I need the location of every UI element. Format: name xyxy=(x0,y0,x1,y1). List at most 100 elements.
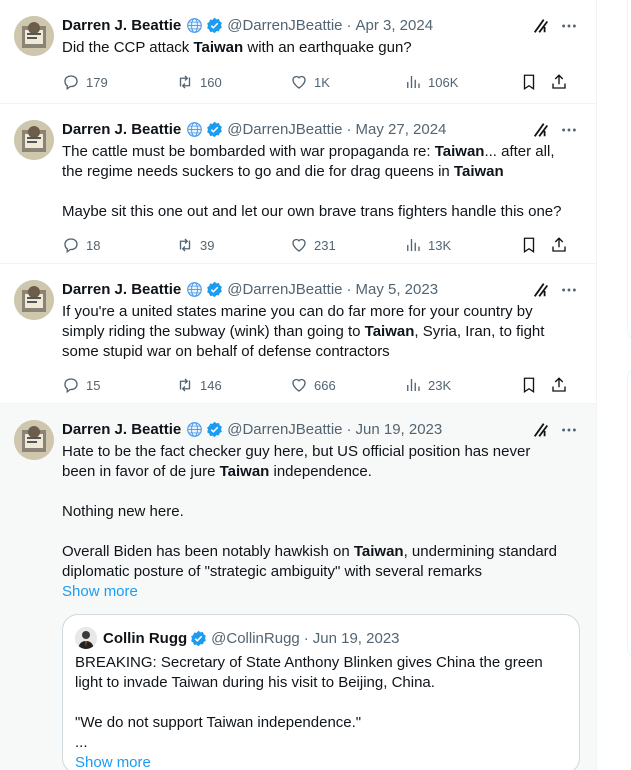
share-button[interactable] xyxy=(550,73,574,91)
author-name[interactable]: Darren J. Beattie xyxy=(62,121,181,138)
reply-icon xyxy=(64,378,78,394)
show-more-link[interactable]: Show more xyxy=(62,582,138,602)
verified-badge-icon xyxy=(207,17,223,33)
quote-show-more-link[interactable]: Show more xyxy=(75,753,151,770)
text-run: Maybe sit this one out and let our own b… xyxy=(62,203,562,220)
like-icon xyxy=(292,238,306,252)
timestamp[interactable]: Jun 19, 2023 xyxy=(356,421,443,438)
reply-count: 15 xyxy=(86,377,101,393)
reply-button[interactable]: 179 xyxy=(62,73,176,91)
separator-dot: · xyxy=(303,629,309,647)
tweet[interactable]: Darren J. Beattie @DarrenJBeattie · Jun … xyxy=(0,404,596,770)
separator-dot: · xyxy=(346,420,352,438)
author-name[interactable]: Darren J. Beattie xyxy=(62,281,181,298)
share-icon xyxy=(552,74,566,89)
bookmark-icon xyxy=(523,377,535,394)
right-sidebar-edge xyxy=(597,0,631,770)
grok-icon[interactable] xyxy=(532,121,550,139)
bookmark-button[interactable] xyxy=(520,73,550,91)
author-handle[interactable]: @DarrenJBeattie xyxy=(227,421,342,438)
highlighted-term: Taiwan xyxy=(453,163,504,180)
like-button[interactable]: 666 xyxy=(290,376,404,394)
grok-icon[interactable] xyxy=(532,281,550,299)
tweet-text: If you're a united states marine you can… xyxy=(62,302,580,362)
repost-icon xyxy=(179,75,191,89)
highlighted-term: Taiwan xyxy=(434,143,485,160)
share-button[interactable] xyxy=(550,236,574,254)
repost-icon xyxy=(179,378,191,392)
tweet[interactable]: Darren J. Beattie @DarrenJBeattie · May … xyxy=(0,264,596,404)
action-bar: 18 39 231 13K xyxy=(62,225,588,265)
bookmark-button[interactable] xyxy=(520,236,550,254)
author-handle[interactable]: @DarrenJBeattie xyxy=(227,281,342,298)
tweet[interactable]: Darren J. Beattie @DarrenJBeattie · Apr … xyxy=(0,0,596,104)
views-count: 106K xyxy=(428,74,459,90)
reply-button[interactable]: 15 xyxy=(62,376,176,394)
views-count: 13K xyxy=(428,237,452,253)
tweet-text: Did the CCP attack Taiwan with an earthq… xyxy=(62,38,580,58)
views-icon xyxy=(407,76,420,88)
reply-count: 179 xyxy=(86,74,108,90)
highlighted-term: Taiwan xyxy=(364,323,415,340)
grok-icon[interactable] xyxy=(532,421,550,439)
separator-dot: · xyxy=(346,120,352,138)
tweet[interactable]: Darren J. Beattie @DarrenJBeattie · May … xyxy=(0,104,596,264)
like-button[interactable]: 1K xyxy=(290,73,404,91)
views-count: 23K xyxy=(428,377,452,393)
share-icon xyxy=(552,237,566,252)
grok-icon[interactable] xyxy=(532,17,550,35)
like-button[interactable]: 231 xyxy=(290,236,404,254)
more-icon[interactable] xyxy=(560,421,578,439)
repost-button[interactable]: 39 xyxy=(176,236,290,254)
author-handle[interactable]: @DarrenJBeattie xyxy=(227,121,342,138)
avatar xyxy=(75,627,97,649)
quote-timestamp: Jun 19, 2023 xyxy=(312,629,400,647)
bookmark-button[interactable] xyxy=(520,376,550,394)
tweet-header: Darren J. Beattie @DarrenJBeattie · May … xyxy=(62,276,580,302)
like-icon xyxy=(292,378,306,392)
avatar[interactable] xyxy=(14,120,54,160)
author-name[interactable]: Darren J. Beattie xyxy=(62,421,181,438)
timestamp[interactable]: May 27, 2024 xyxy=(356,121,447,138)
repost-button[interactable]: 160 xyxy=(176,73,290,91)
verified-badge-icon xyxy=(207,121,223,137)
like-count: 666 xyxy=(314,377,336,393)
reply-icon xyxy=(64,75,78,91)
share-button[interactable] xyxy=(550,376,574,394)
views-button[interactable]: 23K xyxy=(404,376,520,394)
author-handle[interactable]: @DarrenJBeattie xyxy=(227,17,342,34)
timestamp[interactable]: Apr 3, 2024 xyxy=(356,17,434,34)
views-button[interactable]: 13K xyxy=(404,236,520,254)
more-icon[interactable] xyxy=(560,281,578,299)
quote-author-handle: @CollinRugg xyxy=(211,629,300,647)
separator-dot: · xyxy=(346,16,352,34)
repost-icon xyxy=(179,238,191,252)
bookmark-icon xyxy=(523,237,535,254)
more-icon[interactable] xyxy=(560,121,578,139)
repost-count: 39 xyxy=(200,237,215,253)
repost-button[interactable]: 146 xyxy=(176,376,290,394)
quote-header: Collin Rugg @CollinRugg · Jun 19, 2023 xyxy=(75,627,567,649)
tweet-header: Darren J. Beattie @DarrenJBeattie · Apr … xyxy=(62,12,580,38)
reply-button[interactable]: 18 xyxy=(62,236,176,254)
views-button[interactable]: 106K xyxy=(404,73,520,91)
reply-icon xyxy=(64,238,78,254)
more-icon[interactable] xyxy=(560,17,578,35)
avatar[interactable] xyxy=(14,16,54,56)
verified-badge-icon xyxy=(191,630,206,646)
like-count: 231 xyxy=(314,237,336,253)
like-icon xyxy=(292,75,306,89)
timestamp[interactable]: May 5, 2023 xyxy=(356,281,439,298)
avatar[interactable] xyxy=(14,420,54,460)
globe-icon xyxy=(187,121,203,137)
highlighted-term: Taiwan xyxy=(353,543,404,560)
timeline-feed: Darren J. Beattie @DarrenJBeattie · Apr … xyxy=(0,0,597,770)
text-run: Did the CCP attack xyxy=(62,39,194,56)
author-name[interactable]: Darren J. Beattie xyxy=(62,17,181,34)
quoted-tweet[interactable]: Collin Rugg @CollinRugg · Jun 19, 2023 B… xyxy=(62,614,580,770)
share-icon xyxy=(552,377,566,392)
action-bar: 15 146 666 23K xyxy=(62,365,588,405)
avatar[interactable] xyxy=(14,280,54,320)
text-run: with an earthquake gun? xyxy=(243,39,412,56)
highlighted-term: Taiwan xyxy=(219,463,270,480)
